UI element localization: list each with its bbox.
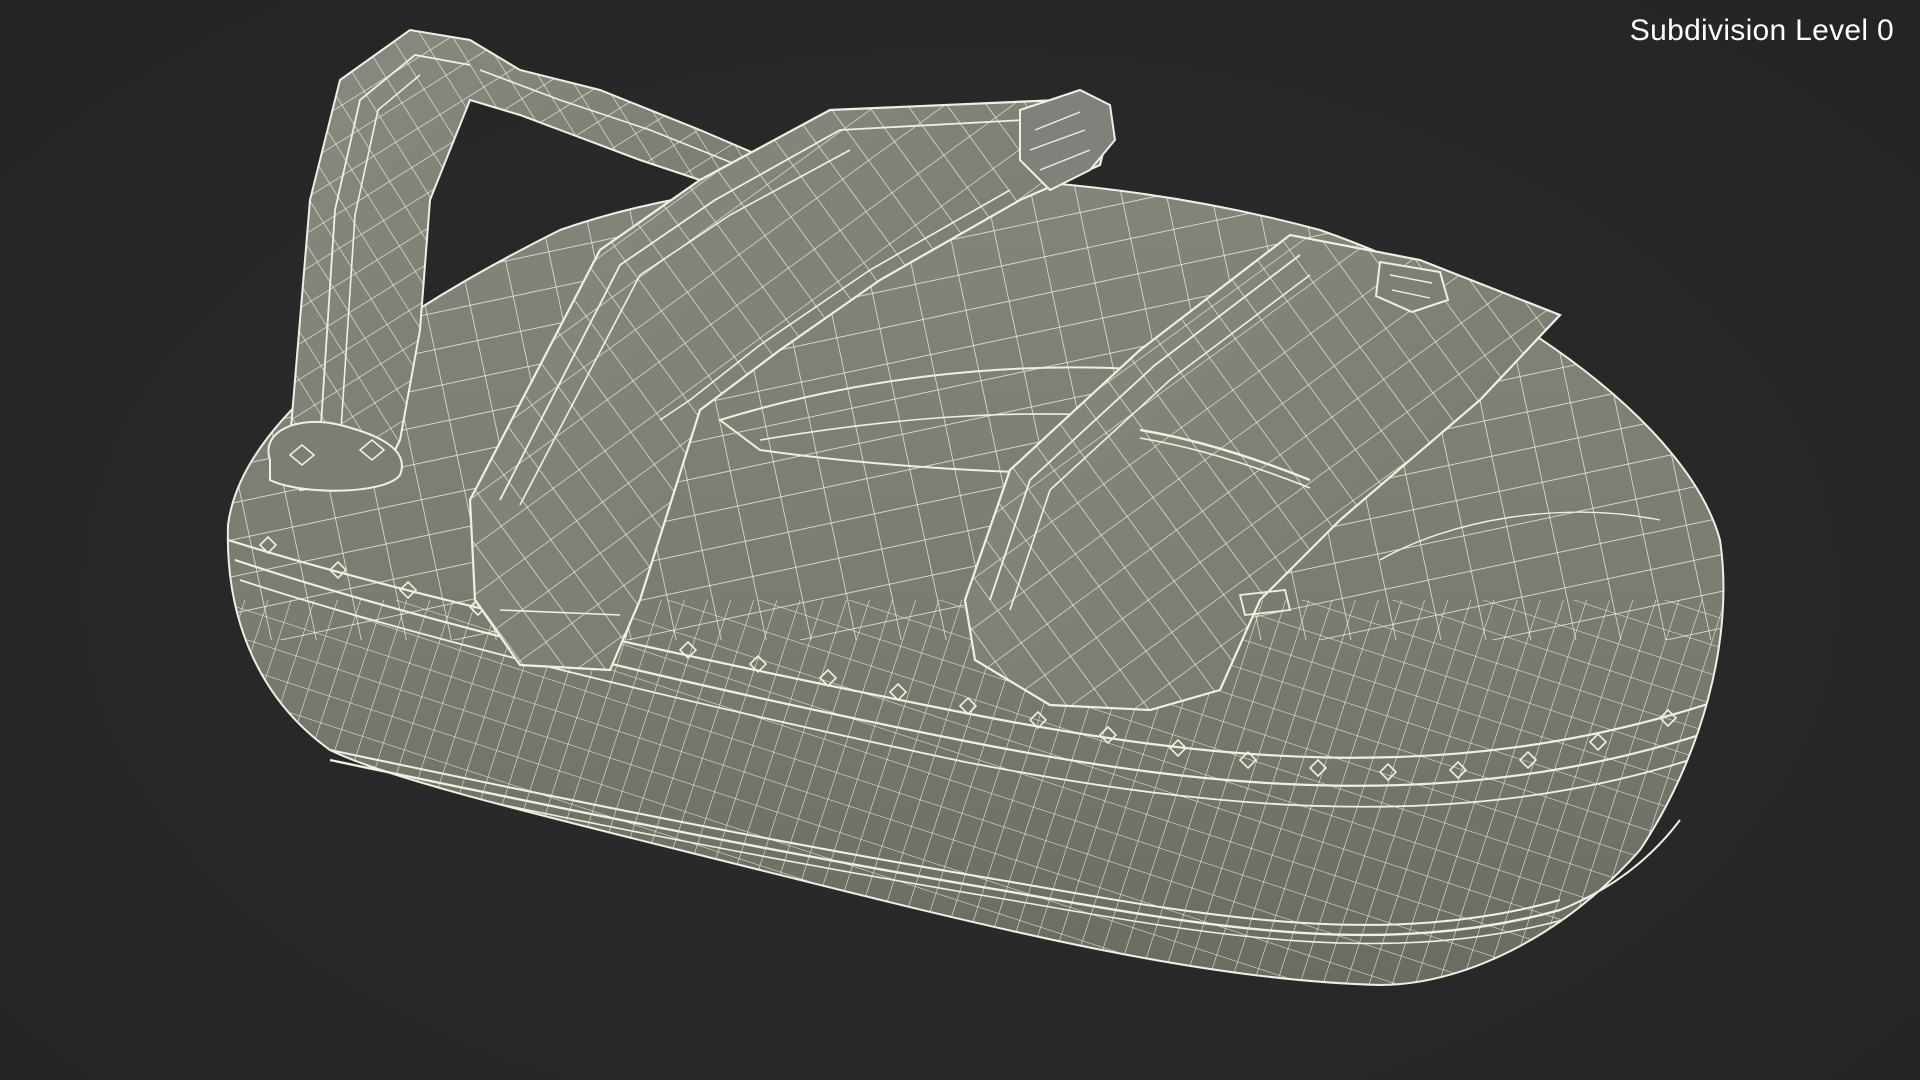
3d-viewport[interactable]: Subdivision Level 0 [0,0,1920,1080]
wireframe-model [226,28,1725,987]
